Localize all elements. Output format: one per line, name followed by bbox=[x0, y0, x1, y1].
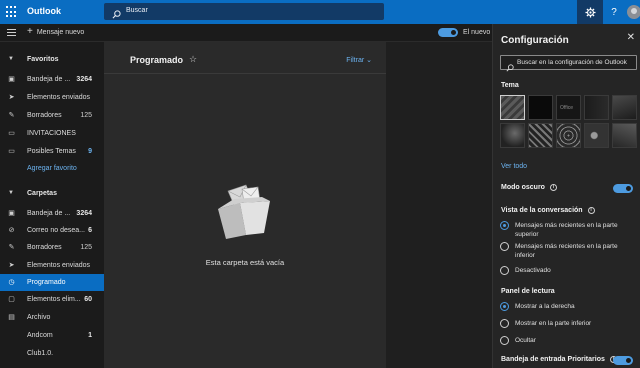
avatar[interactable] bbox=[627, 5, 640, 19]
folder-icon: ▭ bbox=[8, 130, 15, 137]
top-bar: Outlook Buscar ? bbox=[0, 0, 640, 24]
settings-search-input[interactable]: Buscar en la configuración de Outlook bbox=[517, 59, 627, 66]
theme-swatch-7[interactable] bbox=[528, 123, 553, 148]
empty-folder-text: Esta carpeta está vacía bbox=[205, 258, 285, 267]
theme-header: Tema bbox=[501, 82, 519, 89]
plus-icon: + bbox=[27, 26, 33, 37]
hamburger-icon[interactable] bbox=[7, 29, 16, 38]
pencil-icon: ✎ bbox=[8, 244, 15, 251]
theme-swatch-5[interactable] bbox=[612, 95, 637, 120]
waffle-icon[interactable] bbox=[6, 6, 18, 18]
radio-icon bbox=[500, 266, 509, 275]
help-icon[interactable]: ? bbox=[605, 0, 623, 24]
new-look-label: El nuevo bbox=[463, 29, 491, 36]
settings-search[interactable]: Buscar en la configuración de Outlook bbox=[500, 55, 637, 72]
app-brand[interactable]: Outlook bbox=[27, 6, 61, 16]
search-icon bbox=[506, 59, 514, 77]
conversation-view-header: Vista de la conversación i bbox=[501, 207, 595, 214]
theme-swatch-4[interactable] bbox=[584, 95, 609, 120]
message-list: Programado ☆ Filtrar ⌄ Esta carpeta está… bbox=[104, 42, 386, 368]
sidebar-item-archive[interactable]: ▤ Archivo bbox=[0, 309, 104, 326]
search-icon bbox=[112, 6, 121, 24]
sidebar-item-favorites-inbox[interactable]: ▣ Bandeja de ... 3264 bbox=[0, 71, 104, 88]
sidebar-item-deleted[interactable]: ▢ Elementos elim... 60 bbox=[0, 291, 104, 308]
sidebar-item-inbox[interactable]: ▣ Bandeja de ... 3264 bbox=[0, 205, 104, 222]
new-look-switch[interactable]: El nuevo bbox=[438, 28, 490, 37]
info-icon[interactable]: i bbox=[549, 184, 557, 191]
send-icon: ➤ bbox=[8, 262, 15, 269]
folders-header[interactable]: ▼ Carpetas bbox=[0, 186, 104, 202]
sidebar-item-favorites-posibles-temas[interactable]: ▭ Posibles Temas 9 bbox=[0, 143, 104, 160]
divider bbox=[104, 73, 386, 74]
clock-icon: ◷ bbox=[8, 279, 15, 286]
new-mail-label: Mensaje nuevo bbox=[36, 28, 85, 36]
gear-icon bbox=[584, 6, 596, 18]
filter-button[interactable]: Filtrar ⌄ bbox=[346, 56, 372, 64]
empty-folder-illustration bbox=[212, 183, 278, 246]
inbox-icon: ▣ bbox=[8, 210, 15, 217]
chevron-down-icon: ▼ bbox=[8, 56, 14, 62]
see-all-themes-link[interactable]: Ver todo bbox=[501, 163, 527, 170]
sidebar-item-sent[interactable]: ➤ Elementos enviados bbox=[0, 257, 104, 274]
sidebar-item-favorites-sent[interactable]: ➤ Elementos enviados bbox=[0, 89, 104, 106]
focused-inbox-row: Bandeja de entrada Prioritarios i bbox=[501, 356, 617, 363]
dark-mode-row: Modo oscuro i bbox=[501, 184, 557, 191]
reading-pane bbox=[386, 42, 492, 368]
focused-inbox-toggle[interactable] bbox=[613, 356, 633, 365]
chevron-down-icon: ▼ bbox=[8, 190, 14, 196]
chevron-down-icon: ⌄ bbox=[366, 57, 372, 64]
radio-icon bbox=[500, 336, 509, 345]
theme-swatch-1[interactable] bbox=[500, 95, 525, 120]
theme-swatch-9[interactable] bbox=[584, 123, 609, 148]
new-mail-button[interactable]: + Mensaje nuevo bbox=[27, 27, 84, 37]
add-favorite-link[interactable]: Agregar favorito bbox=[27, 165, 77, 172]
trash-icon: ▢ bbox=[8, 296, 15, 303]
sidebar-item-favorites-drafts[interactable]: ✎ Borradores 125 bbox=[0, 107, 104, 124]
theme-swatch-10[interactable] bbox=[612, 123, 637, 148]
sidebar-item-favorites-invitaciones[interactable]: ▭ INVITACIONES bbox=[0, 125, 104, 142]
radio-selected-icon bbox=[500, 302, 509, 311]
block-icon: ⊘ bbox=[8, 227, 15, 234]
search-box[interactable]: Buscar bbox=[104, 3, 384, 20]
close-icon[interactable]: ✕ bbox=[627, 32, 635, 43]
radio-selected-icon bbox=[500, 221, 509, 230]
star-icon[interactable]: ☆ bbox=[189, 54, 197, 65]
sidebar-item-club[interactable]: Club1.0. bbox=[0, 345, 104, 362]
radio-icon bbox=[500, 319, 509, 328]
inbox-icon: ▣ bbox=[8, 76, 15, 83]
theme-swatch-2[interactable] bbox=[528, 95, 553, 120]
folder-title: Programado ☆ bbox=[130, 54, 198, 65]
settings-panel: Configuración ✕ Buscar en la configuraci… bbox=[492, 24, 640, 368]
sidebar-item-drafts[interactable]: ✎ Borradores 125 bbox=[0, 239, 104, 256]
folder-pane: ▼ Favoritos ▣ Bandeja de ... 3264 ➤ Elem… bbox=[0, 42, 104, 368]
sidebar-item-andcom[interactable]: Andcom 1 bbox=[0, 327, 104, 344]
pencil-icon: ✎ bbox=[8, 112, 15, 119]
send-icon: ➤ bbox=[8, 94, 15, 101]
info-icon[interactable]: i bbox=[587, 207, 595, 214]
reading-pane-header: Panel de lectura bbox=[501, 288, 555, 295]
theme-swatch-8[interactable] bbox=[556, 123, 581, 148]
command-bar: + Mensaje nuevo El nuevo bbox=[0, 24, 492, 42]
sidebar-item-scheduled[interactable]: ◷ Programado bbox=[0, 274, 104, 291]
new-look-toggle[interactable] bbox=[438, 28, 458, 37]
theme-swatch-office[interactable]: Office bbox=[556, 95, 581, 120]
search-input[interactable]: Buscar bbox=[126, 7, 148, 14]
settings-title: Configuración bbox=[501, 35, 569, 46]
sidebar-item-junk[interactable]: ⊘ Correo no desea... 6 bbox=[0, 222, 104, 239]
radio-icon bbox=[500, 242, 509, 251]
settings-button[interactable] bbox=[577, 0, 603, 24]
favorites-header[interactable]: ▼ Favoritos bbox=[0, 52, 104, 68]
archive-icon: ▤ bbox=[8, 314, 15, 321]
dark-mode-toggle[interactable] bbox=[613, 184, 633, 193]
folder-icon: ▭ bbox=[8, 148, 15, 155]
theme-swatch-6[interactable] bbox=[500, 123, 525, 148]
